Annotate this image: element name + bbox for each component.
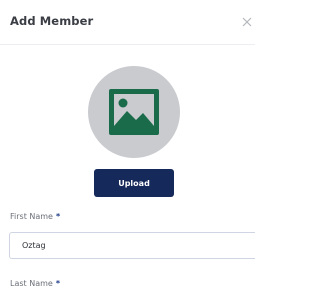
last-name-label: Last Name * (10, 279, 60, 288)
close-icon (242, 17, 252, 27)
required-marker: * (55, 212, 61, 221)
upload-button[interactable]: Upload (94, 169, 174, 197)
close-button[interactable] (240, 14, 254, 28)
first-name-label: First Name * (10, 212, 60, 221)
required-marker: * (55, 279, 60, 288)
first-name-label-text: First Name (10, 212, 53, 221)
avatar-preview (88, 66, 180, 158)
dialog-header: Add Member (0, 0, 255, 45)
dialog-title: Add Member (10, 14, 94, 28)
last-name-label-text: Last Name (10, 279, 53, 288)
first-name-input[interactable] (9, 232, 255, 259)
image-placeholder-icon (109, 89, 159, 135)
add-member-dialog: Add Member Upload First Name* Last Name* (0, 0, 255, 292)
